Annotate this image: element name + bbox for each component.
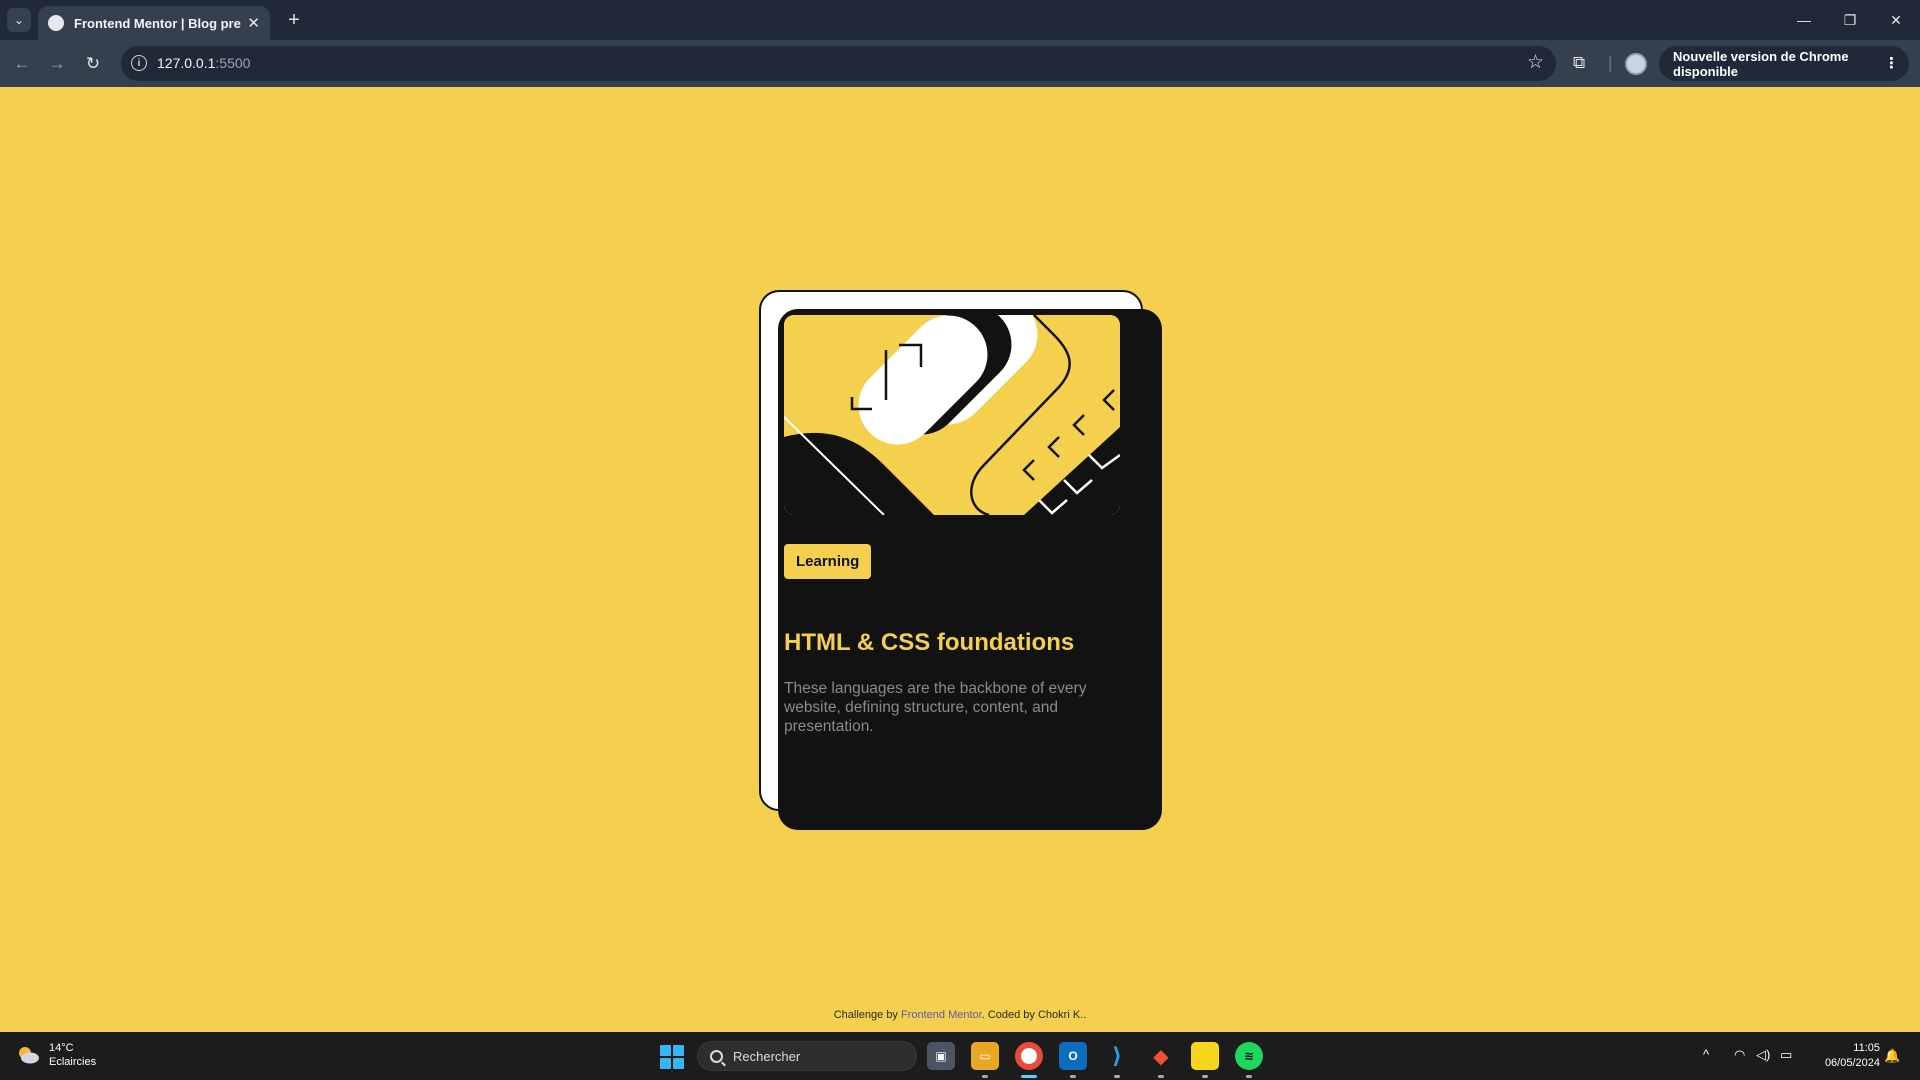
restore-icon[interactable]: ❐ xyxy=(1827,0,1873,40)
system-clock[interactable]: 11:05 06/05/2024 xyxy=(1800,1041,1880,1071)
address-bar[interactable]: i 127.0.0.1:5500 ☆ xyxy=(121,46,1556,81)
favicon-icon xyxy=(48,15,64,31)
frontend-mentor-link[interactable]: Frontend Mentor xyxy=(901,1009,982,1021)
card-description: These languages are the backbone of ever… xyxy=(784,680,1087,735)
app-indicator-active xyxy=(1021,1075,1037,1078)
extensions-icon[interactable]: ⧉ xyxy=(1573,53,1585,73)
blog-preview-card: Learning Published 21 Dec 2023 HTML & CS… xyxy=(778,309,1162,830)
volume-icon[interactable]: ◁) xyxy=(1756,1047,1770,1063)
app-indicator xyxy=(1246,1075,1252,1078)
toolbar-divider: | xyxy=(1608,53,1613,72)
published-date: Published 21 Dec 2023 xyxy=(784,591,940,608)
vscode-icon[interactable]: ⟩ xyxy=(1103,1042,1131,1070)
site-info-icon[interactable]: i xyxy=(131,55,147,71)
windows-start-icon[interactable] xyxy=(660,1045,684,1069)
tab-title: Frontend Mentor | Blog previe xyxy=(74,15,242,31)
chrome-update-button[interactable]: Nouvelle version de Chrome disponible ⋮ xyxy=(1659,46,1909,81)
weather-temperature: 14°C xyxy=(49,1042,74,1054)
reload-icon[interactable]: ↻ xyxy=(79,50,107,78)
attribution: Challenge by Frontend Mentor. Coded by C… xyxy=(833,1009,1087,1021)
app-indicator xyxy=(1070,1075,1076,1078)
tab-search-icon[interactable]: ⌄ xyxy=(7,8,31,32)
weather-condition: Eclaircies xyxy=(49,1056,97,1068)
back-icon[interactable]: ← xyxy=(8,50,36,78)
notification-bell-icon[interactable]: 🔔 xyxy=(1884,1048,1900,1064)
update-label: Nouvelle version de Chrome disponible xyxy=(1673,48,1849,79)
card-illustration xyxy=(784,315,1120,515)
search-placeholder: Rechercher xyxy=(733,1048,801,1064)
weather-widget[interactable]: 14°C Eclaircies xyxy=(17,1042,137,1072)
taskbar: 14°C Eclaircies Rechercher ▣ ▭ O ⟩ ◆ ≋ ^… xyxy=(0,1032,1920,1080)
show-hidden-icons-icon[interactable]: ^ xyxy=(1703,1047,1709,1062)
browser-tab[interactable]: Frontend Mentor | Blog previe ✕ xyxy=(38,6,270,40)
partly-cloudy-icon xyxy=(19,1047,39,1064)
category-tag: Learning xyxy=(784,544,872,579)
app-indicator xyxy=(982,1075,988,1078)
app-indicator xyxy=(1158,1075,1164,1078)
card-title[interactable]: HTML & CSS foundations xyxy=(784,629,1074,657)
forward-icon[interactable]: → xyxy=(43,50,71,78)
bookmark-star-icon[interactable]: ☆ xyxy=(1527,51,1544,74)
menu-dots-icon[interactable]: ⋮ xyxy=(1884,54,1899,72)
tab-close-icon[interactable]: ✕ xyxy=(247,14,260,32)
minimize-icon[interactable]: — xyxy=(1781,0,1827,40)
battery-icon[interactable]: ▭ xyxy=(1780,1047,1792,1063)
git-icon[interactable]: ◆ xyxy=(1147,1042,1175,1070)
close-window-icon[interactable]: ✕ xyxy=(1873,0,1919,40)
browser-toolbar: ← → ↻ i 127.0.0.1:5500 ☆ ⧉ | Nouvelle ve… xyxy=(0,40,1920,87)
profile-avatar[interactable] xyxy=(1625,53,1647,75)
file-explorer-icon[interactable]: ▭ xyxy=(971,1042,999,1070)
wifi-icon[interactable]: ◠ xyxy=(1734,1047,1745,1063)
taskbar-search[interactable]: Rechercher xyxy=(697,1041,917,1071)
author-name: Chokri K. xyxy=(784,761,851,778)
app-indicator xyxy=(1114,1075,1120,1078)
chrome-icon[interactable] xyxy=(1015,1042,1043,1070)
app-indicator xyxy=(1202,1075,1208,1078)
search-icon xyxy=(710,1049,723,1063)
task-view-icon[interactable]: ▣ xyxy=(927,1042,955,1070)
outlook-icon[interactable]: O xyxy=(1059,1042,1087,1070)
browser-tab-strip: ⌄ Frontend Mentor | Blog previe ✕ + — ❐ … xyxy=(0,0,1920,40)
new-tab-icon[interactable]: + xyxy=(282,8,306,32)
sticky-notes-icon[interactable] xyxy=(1191,1042,1219,1070)
spotify-icon[interactable]: ≋ xyxy=(1235,1042,1263,1070)
url-text: 127.0.0.1:5500 xyxy=(157,55,251,71)
